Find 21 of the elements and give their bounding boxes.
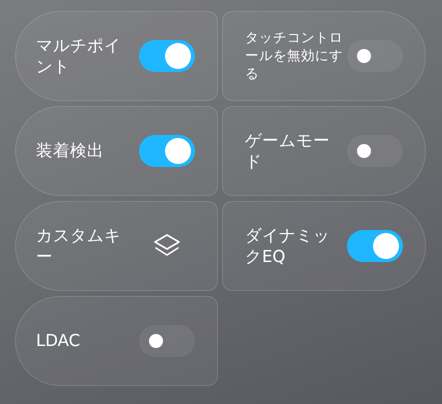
setting-tile[interactable]: カスタムキー (15, 201, 218, 291)
setting-label: LDAC (36, 330, 82, 352)
setting-tile[interactable]: ダイナミックEQ (222, 201, 426, 291)
setting-label: マルチポイント (36, 34, 122, 78)
setting-tile[interactable]: マルチポイント (15, 11, 218, 101)
setting-tile[interactable]: LDAC (15, 296, 218, 386)
setting-label: 装着検出 (36, 140, 105, 162)
toggle-switch[interactable] (347, 230, 403, 262)
setting-label: カスタムキー (36, 224, 122, 268)
setting-tile[interactable]: 装着検出 (15, 106, 218, 196)
setting-tile[interactable]: タッチコントロールを無効にする (222, 11, 426, 101)
setting-label: タッチコントロールを無効にする (245, 28, 343, 84)
toggle-switch[interactable] (347, 40, 403, 72)
setting-label: ダイナミックEQ (245, 224, 331, 268)
toggle-switch[interactable] (347, 135, 403, 167)
toggle-switch[interactable] (139, 40, 195, 72)
setting-label: ゲームモード (245, 130, 331, 172)
toggle-switch[interactable] (139, 325, 195, 357)
layers-icon (152, 233, 182, 259)
toggle-switch[interactable] (139, 135, 195, 167)
setting-tile[interactable]: ゲームモード (222, 106, 426, 196)
